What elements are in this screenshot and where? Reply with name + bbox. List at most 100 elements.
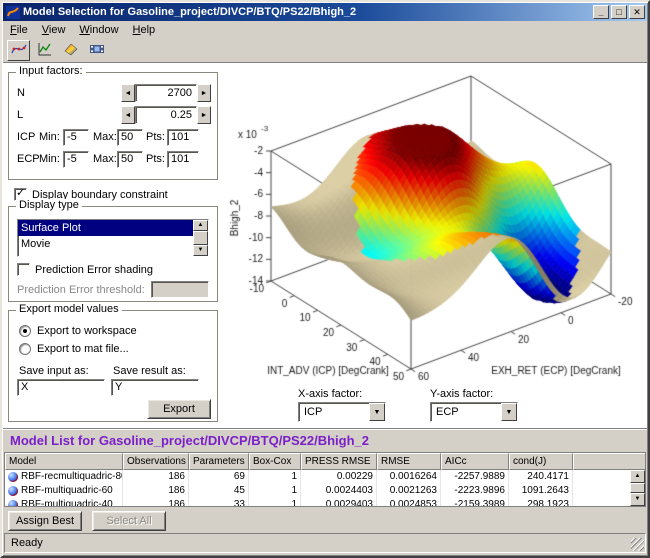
y-axis-factor-combo[interactable]: ECP ▼ <box>430 402 518 422</box>
maximize-button[interactable]: □ <box>611 5 627 19</box>
l-value-field[interactable]: 0.25 <box>135 106 197 124</box>
assign-best-button[interactable]: Assign Best <box>8 511 82 531</box>
cell-aicc: -2223.9896 <box>441 484 509 498</box>
model-row[interactable]: RBF-recmultiquadric-801866910.002290.001… <box>5 470 630 484</box>
ecp-min-field[interactable]: -5 <box>63 151 89 168</box>
menu-view[interactable]: View <box>35 23 73 37</box>
icp-pts-field[interactable]: 101 <box>167 129 199 146</box>
icp-min-label: Min: <box>39 131 60 143</box>
surface-plot-button[interactable] <box>59 40 82 61</box>
ecp-pts-field[interactable]: 101 <box>167 151 199 168</box>
cell-parameters: 45 <box>189 484 249 498</box>
minimize-button[interactable]: _ <box>593 5 609 19</box>
scrollbar-thumb[interactable] <box>193 231 208 245</box>
column-header-box-cox[interactable]: Box-Cox <box>249 453 301 470</box>
select-all-button[interactable]: Select All <box>92 511 166 531</box>
combo-arrow-icon[interactable]: ▼ <box>369 403 385 421</box>
cell-observations: 186 <box>123 498 189 506</box>
surface-plot-icon <box>63 41 79 60</box>
status-text: Ready <box>11 537 43 549</box>
column-header-observations[interactable]: Observations <box>123 453 189 470</box>
column-header-aicc[interactable]: AICc <box>441 453 509 470</box>
column-header-press-rmse[interactable]: PRESS RMSE <box>301 453 377 470</box>
fit-curve-icon <box>11 41 27 60</box>
x-axis-factor-combo[interactable]: ICP ▼ <box>298 402 386 422</box>
ecp-max-label: Max: <box>93 153 117 165</box>
icp-pts-label: Pts: <box>146 131 165 143</box>
menu-help[interactable]: Help <box>126 23 163 37</box>
column-header-cond-j[interactable]: cond(J) <box>509 453 573 470</box>
model-icon <box>8 486 18 496</box>
cell-press_rmse: 0.0024403 <box>301 484 377 498</box>
cell-press_rmse: 0.00229 <box>301 470 377 484</box>
save-input-field[interactable]: X <box>17 379 105 396</box>
cell-parameters: 33 <box>189 498 249 506</box>
n-spinner: ◄ 2700 ► <box>121 84 211 102</box>
icp-min-field[interactable]: -5 <box>63 129 89 146</box>
export-matfile-radio[interactable] <box>19 343 31 355</box>
menu-file[interactable]: File <box>3 23 35 37</box>
cell-cond_j: 298.1923 <box>509 498 573 506</box>
cell-model: RBF-multiquadric-60 <box>5 484 123 498</box>
cell-rmse: 0.0016264 <box>377 470 441 484</box>
export-button[interactable]: Export <box>147 399 211 419</box>
menu-window[interactable]: Window <box>72 23 125 37</box>
cell-model: RBF-recmultiquadric-80 <box>5 470 123 484</box>
n-label: N <box>17 87 25 99</box>
model-list-heading: Model List for Gasoline_project/DIVCP/BT… <box>10 433 369 448</box>
scroll-up-icon[interactable]: ▲ <box>630 470 645 483</box>
model-row[interactable]: RBF-multiquadric-601864510.00244030.0021… <box>5 484 630 498</box>
model-row[interactable]: RBF-multiquadric-401863310.00294030.0024… <box>5 498 630 506</box>
model-table: Model Observations Parameters Box-Cox PR… <box>4 452 646 507</box>
combo-arrow-icon[interactable]: ▼ <box>501 403 517 421</box>
column-header-model[interactable]: Model <box>5 453 123 470</box>
scroll-up-icon[interactable]: ▲ <box>193 220 208 231</box>
window-title: Model Selection for Gasoline_project/DIV… <box>23 6 593 18</box>
movie-icon <box>89 41 105 60</box>
movie-button[interactable] <box>85 40 108 61</box>
line-plot-button[interactable] <box>33 40 56 61</box>
scroll-down-icon[interactable]: ▼ <box>193 245 208 256</box>
column-header-rmse[interactable]: RMSE <box>377 453 441 470</box>
save-input-label: Save input as: <box>19 365 89 377</box>
resize-grip[interactable] <box>631 538 644 551</box>
menubar: File View Window Help <box>3 21 647 39</box>
l-increment-button[interactable]: ► <box>197 106 211 124</box>
save-result-field[interactable]: Y <box>111 379 199 396</box>
model-table-header: Model Observations Parameters Box-Cox PR… <box>5 453 645 470</box>
model-table-scrollbar[interactable]: ▲ ▼ <box>630 470 645 506</box>
cell-parameters: 69 <box>189 470 249 484</box>
surface-plot-canvas[interactable] <box>226 66 646 388</box>
n-decrement-button[interactable]: ◄ <box>121 84 135 102</box>
cell-filler <box>573 498 630 506</box>
list-item-movie[interactable]: Movie <box>18 236 193 252</box>
list-item-surface-plot[interactable]: Surface Plot <box>18 220 193 236</box>
model-selection-window: Model Selection for Gasoline_project/DIV… <box>0 0 650 558</box>
l-decrement-button[interactable]: ◄ <box>121 106 135 124</box>
export-workspace-label: Export to workspace <box>37 325 137 337</box>
cell-rmse: 0.0021263 <box>377 484 441 498</box>
ecp-min-label: Min: <box>39 153 60 165</box>
pe-shading-label: Prediction Error shading <box>35 264 153 276</box>
cell-cond_j: 240.4171 <box>509 470 573 484</box>
l-label: L <box>17 109 23 121</box>
cell-press_rmse: 0.0029403 <box>301 498 377 506</box>
scroll-down-icon[interactable]: ▼ <box>630 493 645 506</box>
close-button[interactable]: ✕ <box>629 5 645 19</box>
l-spinner: ◄ 0.25 ► <box>121 106 211 124</box>
export-workspace-radio[interactable] <box>19 325 31 337</box>
column-header-parameters[interactable]: Parameters <box>189 453 249 470</box>
x-axis-factor-label: X-axis factor: <box>298 388 362 400</box>
pe-shading-checkbox[interactable] <box>17 263 30 276</box>
n-value-field[interactable]: 2700 <box>135 84 197 102</box>
cell-rmse: 0.0024853 <box>377 498 441 506</box>
icp-max-field[interactable]: 50 <box>117 129 143 146</box>
ecp-max-field[interactable]: 50 <box>117 151 143 168</box>
window-controls: _ □ ✕ <box>593 5 645 19</box>
fit-model-button[interactable] <box>7 40 30 61</box>
pe-threshold-label: Prediction Error threshold: <box>17 284 145 296</box>
scrollbar-thumb[interactable] <box>630 483 645 493</box>
n-increment-button[interactable]: ► <box>197 84 211 102</box>
listbox-scrollbar[interactable]: ▲ ▼ <box>193 220 208 256</box>
status-bar: Ready <box>4 533 646 553</box>
